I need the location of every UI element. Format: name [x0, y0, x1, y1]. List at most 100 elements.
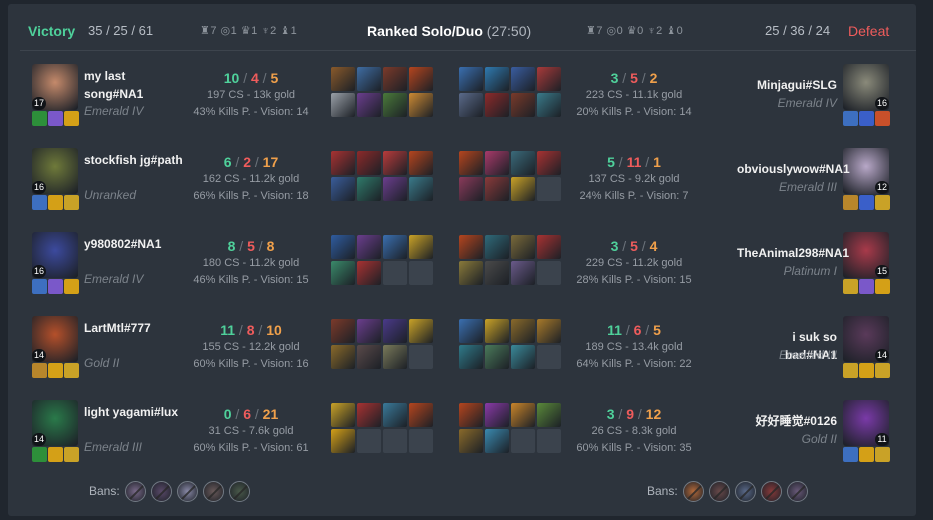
item-icon[interactable]	[459, 403, 483, 427]
item-icon[interactable]	[459, 151, 483, 175]
cs-gold: 229 CS - 11.2k gold	[585, 257, 683, 269]
champion-level-badge: 11	[875, 433, 889, 446]
assists: 5	[653, 322, 661, 338]
left-bans: Bans:	[89, 480, 250, 502]
champion-portrait[interactable]: 11	[843, 400, 889, 446]
item-icon[interactable]	[537, 235, 561, 259]
champion-portrait[interactable]: 16	[843, 64, 889, 110]
player-stats: 3 / 5 / 4 229 CS - 11.2k gold 28% Kills P.…	[569, 237, 699, 289]
banned-champion-icon[interactable]	[124, 480, 146, 502]
item-icon[interactable]	[485, 177, 509, 201]
cs-gold: 26 CS - 8.3k gold	[591, 425, 677, 437]
item-icon[interactable]	[485, 261, 509, 285]
spell-icon	[859, 447, 874, 462]
right-bans: Bans:	[647, 480, 808, 502]
item-icon[interactable]	[537, 151, 561, 175]
deaths: 5	[630, 70, 638, 86]
kill-participation-vision: 20% Kills P. - Vision: 14	[576, 106, 692, 118]
item-icon[interactable]	[485, 151, 509, 175]
assists: 2	[649, 70, 658, 86]
spell-icon	[843, 447, 858, 462]
banned-champion-icon[interactable]	[734, 480, 756, 502]
item-icon[interactable]	[485, 67, 509, 91]
player-name[interactable]: obviouslywow#NA1	[737, 160, 850, 178]
right-team-result: Defeat	[848, 23, 890, 39]
champion-level-badge: 12	[875, 181, 889, 194]
spell-icon	[859, 111, 874, 126]
right-player-row[interactable]: 14 i suk so bad#NA1 Emerald III 11 / 6 / 51…	[0, 312, 933, 396]
item-icon[interactable]	[459, 319, 483, 343]
item-icon[interactable]	[511, 403, 535, 427]
banned-champion-icon[interactable]	[682, 480, 704, 502]
left-team-objectives: ♜7 ◎1 ♛1 ♆2 ♝1	[200, 25, 298, 37]
banned-champion-icon[interactable]	[786, 480, 808, 502]
item-icon[interactable]	[459, 261, 483, 285]
champion-portrait[interactable]: 14	[843, 316, 889, 362]
spell-icon	[875, 363, 890, 378]
item-icon[interactable]	[459, 177, 483, 201]
kda-line: 3 / 9 / 12	[606, 406, 662, 422]
kill-participation-vision: 60% Kills P. - Vision: 35	[576, 442, 692, 454]
right-player-row[interactable]: 11 好好睡觉#0126 Gold II 3 / 9 / 12 26 CS - 8.3k…	[0, 396, 933, 480]
item-icon[interactable]	[459, 93, 483, 117]
item-build	[459, 319, 561, 369]
spell-icon	[859, 279, 874, 294]
player-name[interactable]: 好好睡觉#0126	[737, 412, 837, 430]
spell-icon	[859, 195, 874, 210]
kda-line: 3 / 5 / 2	[610, 70, 658, 86]
item-icon[interactable]	[511, 345, 535, 369]
banned-champion-icon[interactable]	[228, 480, 250, 502]
player-name[interactable]: TheAnimal298#NA1	[737, 244, 849, 262]
deaths: 9	[626, 406, 634, 422]
banned-champion-icon[interactable]	[150, 480, 172, 502]
item-icon[interactable]	[485, 403, 509, 427]
player-rank: Platinum I	[783, 264, 837, 278]
item-icon[interactable]	[485, 93, 509, 117]
summoner-spells	[843, 111, 891, 127]
banned-champion-icon[interactable]	[708, 480, 730, 502]
player-name[interactable]: Minjagui#SLG	[737, 76, 837, 94]
item-icon[interactable]	[459, 235, 483, 259]
item-icon[interactable]	[459, 429, 483, 453]
left-ban-list	[124, 480, 250, 502]
item-icon[interactable]	[537, 93, 561, 117]
item-icon[interactable]	[459, 345, 483, 369]
right-player-row[interactable]: 15 TheAnimal298#NA1 Platinum I 3 / 5 / 4 229…	[0, 228, 933, 312]
kills: 5	[607, 154, 615, 170]
summoner-spells	[843, 447, 891, 463]
item-icon[interactable]	[485, 319, 509, 343]
kills: 11	[607, 322, 622, 338]
item-icon[interactable]	[537, 403, 561, 427]
champion-level-badge: 15	[875, 265, 889, 278]
right-player-row[interactable]: 16 Minjagui#SLG Emerald IV 3 / 5 / 2 223 CS …	[0, 60, 933, 144]
item-icon[interactable]	[537, 319, 561, 343]
kda-line: 3 / 5 / 4	[610, 238, 658, 254]
banned-champion-icon[interactable]	[202, 480, 224, 502]
item-icon[interactable]	[459, 67, 483, 91]
left-team-kda: 35 / 25 / 61	[88, 23, 154, 38]
player-stats: 3 / 9 / 12 26 CS - 8.3k gold 60% Kills P. …	[569, 405, 699, 457]
player-rank: Emerald IV	[777, 96, 837, 110]
item-icon[interactable]	[485, 345, 509, 369]
banned-champion-icon[interactable]	[176, 480, 198, 502]
item-icon[interactable]	[511, 67, 535, 91]
item-icon[interactable]	[485, 429, 509, 453]
match-header: Victory 35 / 25 / 61 ♜7 ◎1 ♛1 ♆2 ♝1 Rank…	[20, 22, 920, 44]
item-icon[interactable]	[511, 261, 535, 285]
right-team-objectives: ♜7 ◎0 ♛0 ♆2 ♝0	[586, 25, 684, 37]
item-icon[interactable]	[485, 235, 509, 259]
summoner-spells	[843, 279, 891, 295]
item-build	[459, 151, 561, 201]
bans-label: Bans:	[647, 484, 678, 498]
spell-icon	[843, 279, 858, 294]
item-icon[interactable]	[511, 235, 535, 259]
item-icon[interactable]	[537, 67, 561, 91]
banned-champion-icon[interactable]	[760, 480, 782, 502]
player-rank: Emerald III	[778, 348, 837, 362]
item-icon[interactable]	[511, 177, 535, 201]
item-icon[interactable]	[511, 319, 535, 343]
item-icon[interactable]	[511, 93, 535, 117]
item-icon[interactable]	[511, 151, 535, 175]
right-player-row[interactable]: 12 obviouslywow#NA1 Emerald III 5 / 11 / 11…	[0, 144, 933, 228]
champion-portrait[interactable]: 15	[843, 232, 889, 278]
